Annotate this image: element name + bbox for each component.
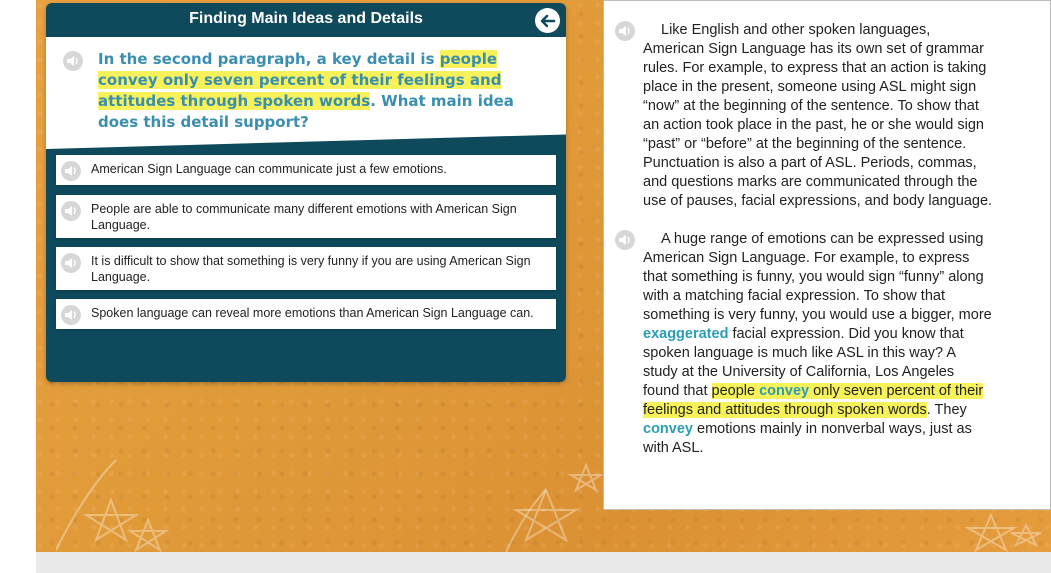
speaker-icon[interactable] xyxy=(615,21,635,41)
passage-paragraph-2: A huge range of emotions can be expresse… xyxy=(615,230,993,458)
passage-paragraph-1: Like English and other spoken languages,… xyxy=(615,21,993,211)
decorative-stars xyxy=(56,459,605,552)
speaker-icon[interactable] xyxy=(61,161,81,181)
answer-option-label: Spoken language can reveal more emotions… xyxy=(91,306,534,320)
prompt-box: In the second paragraph, a key detail is… xyxy=(46,37,566,149)
panel-title: Finding Main Ideas and Details xyxy=(189,10,423,27)
speaker-icon[interactable] xyxy=(61,253,81,273)
vocab-word-convey[interactable]: convey xyxy=(643,421,693,437)
speaker-icon[interactable] xyxy=(615,230,635,250)
speaker-icon[interactable] xyxy=(63,51,83,71)
answer-option-2[interactable]: People are able to communicate many diff… xyxy=(56,195,556,238)
paragraph-2-text-c: . They xyxy=(926,402,967,418)
answer-option-1[interactable]: American Sign Language can communicate j… xyxy=(56,155,556,185)
paragraph-1-text: Like English and other spoken languages,… xyxy=(643,22,993,209)
vocab-word-exaggerated[interactable]: exaggerated xyxy=(643,326,728,342)
paragraph-2-text-a: A huge range of emotions can be expresse… xyxy=(643,231,992,323)
prompt-part1: In the second paragraph, a key detail is xyxy=(98,50,440,68)
back-button[interactable] xyxy=(535,8,560,33)
question-prompt: In the second paragraph, a key detail is… xyxy=(98,49,518,133)
back-arrow-icon xyxy=(540,14,555,27)
answer-option-label: People are able to communicate many diff… xyxy=(91,202,517,232)
speaker-icon[interactable] xyxy=(61,201,81,221)
vocab-word-convey[interactable]: convey xyxy=(759,383,809,399)
answer-option-label: It is difficult to show that something i… xyxy=(91,254,531,284)
answer-option-4[interactable]: Spoken language can reveal more emotions… xyxy=(56,299,556,329)
answer-option-3[interactable]: It is difficult to show that something i… xyxy=(56,247,556,290)
reading-passage[interactable]: Like English and other spoken languages,… xyxy=(603,0,1051,510)
highlight-part-a: people xyxy=(711,383,760,399)
answer-option-label: American Sign Language can communicate j… xyxy=(91,162,447,176)
footer-bar xyxy=(36,552,1051,573)
speaker-icon[interactable] xyxy=(61,305,81,325)
paragraph-2-text-d: emotions mainly in nonverbal ways, just … xyxy=(643,421,972,456)
question-panel: Finding Main Ideas and Details In the se… xyxy=(46,3,566,382)
